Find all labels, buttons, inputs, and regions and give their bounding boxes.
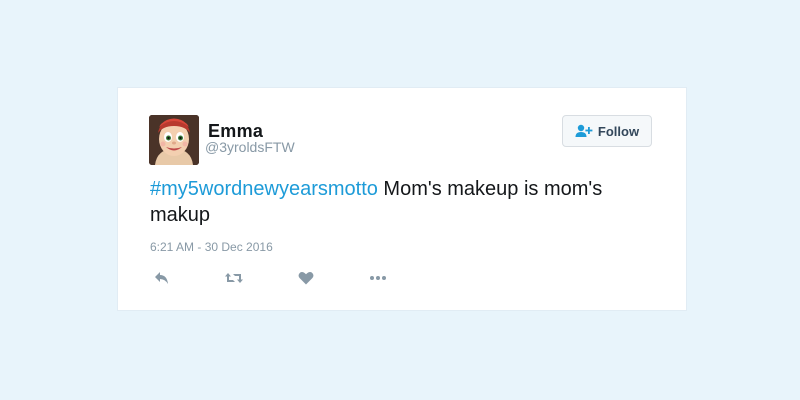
follow-button-label: Follow: [597, 123, 640, 139]
more-button[interactable]: [366, 268, 390, 288]
hashtag-link[interactable]: #my5wordnewyearsmotto: [150, 178, 378, 200]
tweet-card: Emma @3yroldsFTW Follow #my5wordnewyears…: [117, 87, 687, 311]
retweet-button[interactable]: [222, 268, 246, 288]
tweet-text: #my5wordnewyearsmotto Mom's makeup is mo…: [150, 176, 650, 228]
retweet-icon: [225, 273, 243, 283]
tweet-timestamp[interactable]: 6:21 AM - 30 Dec 2016: [150, 240, 273, 254]
like-button[interactable]: [294, 268, 318, 288]
tweet-actions: [150, 268, 450, 288]
cartoon-avatar-icon: [149, 115, 199, 165]
reply-button[interactable]: [150, 268, 174, 288]
add-user-icon: [575, 124, 593, 138]
reply-icon: [155, 272, 168, 284]
more-icon: [370, 276, 386, 280]
avatar[interactable]: [149, 115, 199, 165]
heart-icon: [298, 272, 314, 285]
user-handle[interactable]: @3yroldsFTW: [205, 139, 295, 155]
follow-button[interactable]: Follow: [562, 115, 652, 147]
